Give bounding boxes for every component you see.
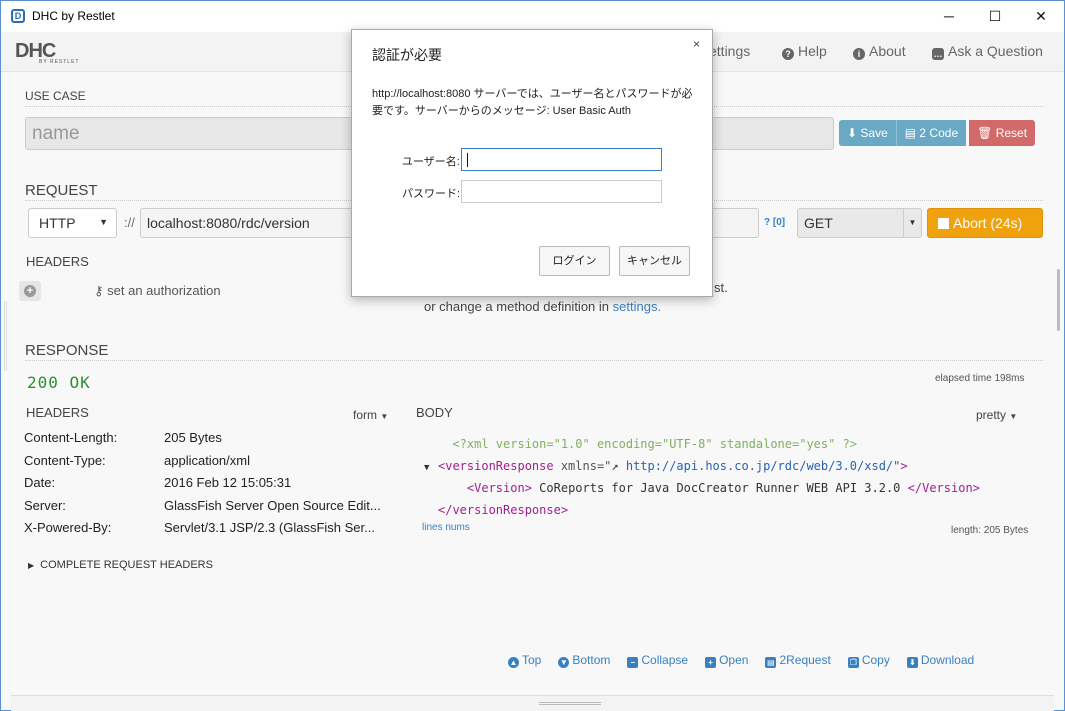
table-row: Server: GlassFish Server Open Source Edit…	[24, 497, 381, 513]
scrollbar-thumb[interactable]	[1057, 269, 1060, 331]
app-icon: D	[11, 9, 25, 23]
dialog-message: http://localhost:8080 サーバーでは、ユーザー名とパスワード…	[372, 88, 693, 117]
protocol-select[interactable]: HTTP ▼	[28, 208, 117, 238]
settings-link[interactable]: settings.	[613, 299, 661, 314]
copy-icon: ❐	[847, 657, 859, 668]
response-body: <?xml version="1.0" encoding="UTF-8" sta…	[424, 434, 980, 522]
xml-line: <Version> CoReports for Java DocCreator …	[466, 481, 980, 495]
resize-grip-icon[interactable]	[539, 702, 601, 705]
minimize-button[interactable]: ─	[926, 1, 972, 32]
body-label: BODY	[416, 405, 453, 420]
username-label: ユーザー名:	[402, 156, 460, 168]
table-row: Date: 2016 Feb 12 15:05:31	[24, 475, 292, 490]
body-format-dropdown[interactable]: pretty ▼	[976, 408, 1017, 422]
dhc-logo: DHC BY RESTLET	[15, 40, 80, 65]
plus-circle-icon: +	[24, 285, 36, 297]
complete-request-headers-toggle[interactable]: ▶ COMPLETE REQUEST HEADERS	[28, 559, 213, 571]
dialog-close-button[interactable]: ×	[693, 37, 700, 51]
caret-down-icon: ▼	[380, 412, 389, 421]
vertical-scrollbar[interactable]	[1053, 73, 1064, 695]
info-circle-icon: i	[853, 48, 865, 60]
xml-line: ▼ <versionResponse xmlns="↗ http://api.ho…	[424, 456, 980, 478]
response-actions: ▲ Top ▼ Bottom − Collapse + Open ▤ 2Request ❐…	[508, 653, 991, 668]
copy-link[interactable]: ❐ Copy	[847, 653, 890, 668]
caret-right-icon: ▶	[28, 561, 35, 570]
nav-settings[interactable]: ettings	[709, 43, 750, 59]
table-row: Content-Type: application/xml	[24, 452, 250, 468]
xml-line: </versionResponse>	[438, 503, 569, 517]
top-link[interactable]: ▲ Top	[508, 653, 541, 668]
response-headers-label: HEADERS	[26, 405, 89, 420]
response-label: RESPONSE	[25, 342, 109, 359]
external-link-icon: ↗	[611, 459, 626, 473]
bottom-link[interactable]: ▼ Bottom	[558, 653, 610, 668]
request-label: REQUEST	[25, 182, 98, 199]
download-link[interactable]: ⬇ Download	[906, 653, 974, 668]
username-input[interactable]	[461, 148, 662, 171]
save-button[interactable]: ⬇ Save	[839, 120, 896, 146]
caret-down-icon: ▼	[1009, 412, 1018, 421]
query-params-link[interactable]: ? [0]	[764, 217, 785, 228]
left-resize-handle[interactable]	[4, 301, 7, 371]
xml-line: <?xml version="1.0" encoding="UTF-8" sta…	[452, 437, 858, 451]
key-icon: ⚷	[94, 283, 108, 298]
scheme-separator: ://	[124, 215, 135, 230]
auth-dialog: 認証が必要 × http://localhost:8080 サーバーでは、ユーザ…	[351, 29, 713, 297]
stop-icon	[938, 218, 949, 229]
login-button[interactable]: ログイン	[539, 246, 610, 276]
method-select[interactable]: GET ▼	[797, 208, 922, 238]
response-headers-table: Content-Length: 205 Bytes Content-Type: ap…	[24, 430, 409, 543]
close-window-button[interactable]: ✕	[1018, 1, 1064, 32]
maximize-button[interactable]: ☐	[972, 1, 1018, 32]
collapse-triangle-icon[interactable]: ▼	[424, 458, 438, 478]
divider	[25, 360, 1043, 361]
arrow-down-icon: ▼	[558, 657, 570, 668]
nav-about[interactable]: i About	[853, 43, 906, 60]
question-circle-icon: ?	[782, 48, 794, 60]
code-button[interactable]: ▤ 2 Code	[895, 120, 967, 146]
password-input[interactable]	[461, 180, 662, 203]
table-row: X-Powered-By: Servlet/3.1 JSP/2.3 (GlassF…	[24, 520, 375, 535]
arrow-up-icon: ▲	[508, 657, 519, 668]
cancel-button[interactable]: キャンセル	[619, 246, 690, 276]
minus-icon: −	[627, 657, 639, 668]
caret-down-icon: ▼	[99, 217, 108, 227]
caret-down-icon: ▼	[903, 209, 921, 237]
document-icon: ▤	[765, 657, 777, 668]
reset-button[interactable]: 🗑 Reset	[969, 120, 1036, 146]
open-link[interactable]: + Open	[705, 653, 748, 668]
plus-icon: +	[705, 657, 717, 668]
request-hint-tail: st.	[714, 280, 728, 295]
window-title: DHC by Restlet	[32, 9, 115, 23]
dialog-title: 認証が必要	[372, 47, 442, 63]
request-headers-label: HEADERS	[26, 254, 89, 269]
title-bar: D DHC by Restlet ─ ☐ ✕	[1, 1, 1064, 32]
request-hint: or change a method definition in setting…	[424, 299, 662, 314]
usecase-label: USE CASE	[25, 89, 86, 103]
nav-ask-question[interactable]: … Ask a Question	[932, 43, 1043, 60]
xmlns-link[interactable]: http://api.hos.co.jp/rdc/web/3.0/xsd/	[626, 459, 893, 473]
chat-bubble-icon: …	[932, 48, 944, 60]
usecase-actions: ⬇ Save ▤ 2 Code 🗑 Reset	[839, 120, 1036, 146]
bottom-resize-bar[interactable]	[11, 695, 1054, 711]
to-request-link[interactable]: ▤ 2Request	[765, 653, 831, 668]
elapsed-time: elapsed time 198ms	[935, 373, 1025, 384]
line-numbers-toggle[interactable]: lines nums	[422, 522, 470, 533]
add-header-button[interactable]: +	[19, 281, 41, 301]
download-icon: ⬇	[906, 657, 918, 668]
body-length: length: 205 Bytes	[951, 525, 1029, 536]
abort-button[interactable]: Abort (24s)	[927, 208, 1043, 238]
password-label: パスワード:	[402, 188, 461, 200]
set-authorization-link[interactable]: ⚷ set an authorization	[94, 283, 221, 299]
text-caret	[467, 153, 468, 167]
collapse-link[interactable]: − Collapse	[627, 653, 688, 668]
response-status: 200 OK	[27, 373, 91, 392]
table-row: Content-Length: 205 Bytes	[24, 430, 222, 445]
nav-help[interactable]: ? Help	[782, 43, 827, 60]
headers-format-dropdown[interactable]: form ▼	[353, 408, 388, 422]
